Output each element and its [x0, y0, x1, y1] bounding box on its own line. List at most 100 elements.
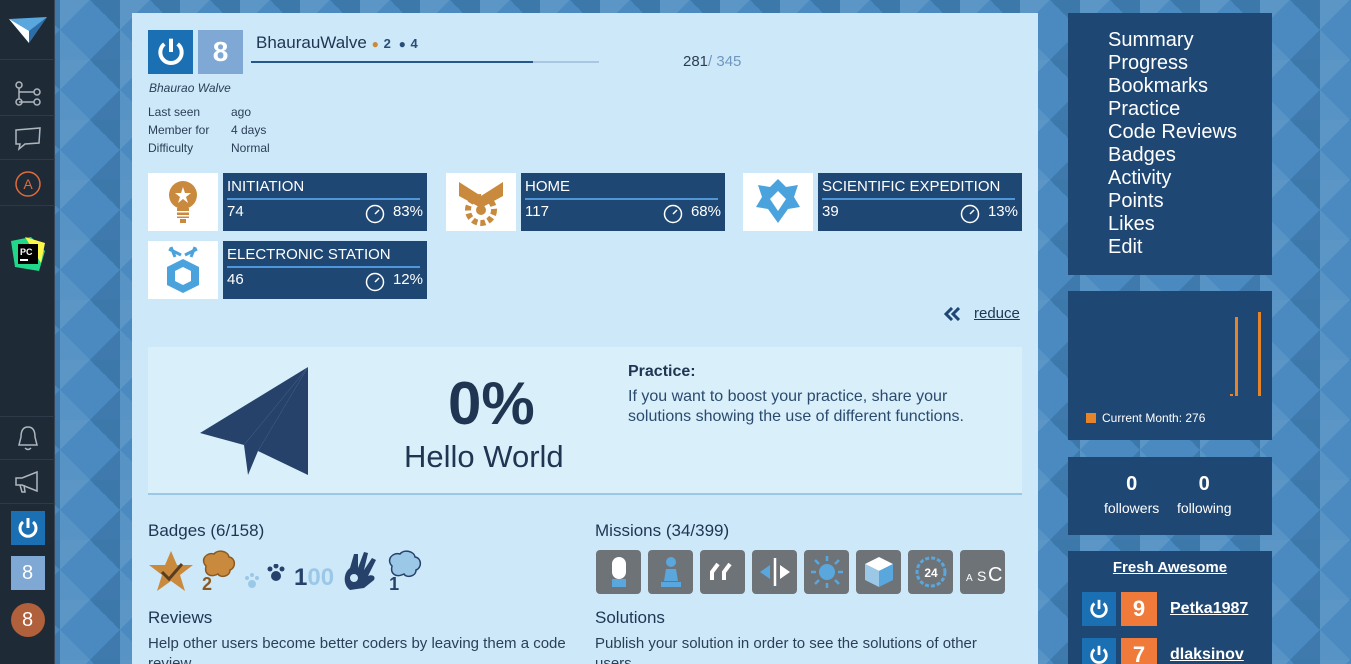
- mission-badge-24[interactable]: 24: [908, 550, 953, 594]
- chat-icon[interactable]: [0, 116, 55, 160]
- mission-badge-sun[interactable]: [804, 550, 849, 594]
- paw-prints-icon[interactable]: [244, 564, 288, 592]
- user-level: 8: [198, 30, 243, 74]
- ok-hand-icon[interactable]: [340, 550, 380, 592]
- badges-title[interactable]: Badges (6/158): [148, 521, 264, 541]
- station-progress-line: [227, 198, 420, 200]
- following-label: following: [1177, 500, 1232, 516]
- solutions-text: Publish your solution in order to see th…: [595, 635, 977, 664]
- megaphone-icon[interactable]: [0, 460, 55, 504]
- mission-badge-cube[interactable]: [856, 550, 901, 594]
- double-chevron-left-icon[interactable]: [944, 307, 960, 321]
- fresh-awesome-title[interactable]: Fresh Awesome: [1068, 559, 1272, 576]
- sun-icon: [810, 556, 843, 588]
- nav-likes[interactable]: Likes: [1108, 213, 1272, 236]
- nav-progress[interactable]: Progress: [1108, 52, 1272, 75]
- activity-bar: [1230, 394, 1233, 396]
- profile-badge[interactable]: 8: [0, 599, 55, 641]
- hundred-badge-zeros: 00: [307, 564, 335, 591]
- power-icon: [1082, 592, 1116, 626]
- station-card-home[interactable]: HOME 117 68%: [446, 173, 725, 231]
- fresh-user-name[interactable]: dlaksinov: [1170, 646, 1244, 664]
- fresh-user[interactable]: 7 dlaksinov: [1082, 637, 1244, 664]
- nav-code-reviews[interactable]: Code Reviews: [1108, 121, 1272, 144]
- reduce-link[interactable]: reduce: [974, 305, 1020, 322]
- following-count: 0: [1198, 473, 1210, 495]
- station-card-electronic-station[interactable]: ELECTRONIC STATION 46 12%: [148, 241, 427, 299]
- station-title: INITIATION: [227, 178, 305, 195]
- hundred-badge[interactable]: 100: [294, 564, 334, 592]
- station-card-scientific-expedition[interactable]: SCIENTIFIC EXPEDITION 39 13%: [743, 173, 1022, 231]
- mission-badge-split[interactable]: [752, 550, 797, 594]
- nav-edit[interactable]: Edit: [1108, 236, 1272, 259]
- xp-progress-bar: [251, 61, 599, 63]
- lightbulb-icon: [148, 173, 218, 231]
- followers-count: 0: [1126, 473, 1138, 495]
- mission-badge-asc[interactable]: ASC: [960, 550, 1005, 594]
- level-badge[interactable]: 8: [0, 553, 55, 593]
- station-count: 74: [227, 203, 244, 220]
- chess-pawn-icon: [660, 557, 681, 587]
- svg-text:S: S: [977, 568, 986, 584]
- station-progress-line: [822, 198, 1015, 200]
- nav-points[interactable]: Points: [1108, 190, 1272, 213]
- star-check-badge-icon[interactable]: [148, 550, 194, 592]
- missions-row: 24 ASC: [596, 550, 1005, 594]
- station-percent: 68%: [690, 203, 721, 220]
- fresh-awesome-panel: Fresh Awesome 9 Petka1987 7 dlaksinov: [1068, 551, 1272, 664]
- nav-practice[interactable]: Practice: [1108, 98, 1272, 121]
- left-sidebar: A PC 8 8: [0, 0, 55, 664]
- gauge-icon: [663, 204, 683, 224]
- tree-icon[interactable]: [0, 72, 55, 116]
- practice-percent: 0%: [448, 370, 535, 437]
- station-count: 46: [227, 271, 244, 288]
- practice-mission[interactable]: Hello World: [404, 439, 564, 475]
- blue-count: 4: [410, 36, 418, 51]
- activity-bar: [1235, 316, 1238, 396]
- follow-panel: 0 followers 0 following: [1068, 457, 1272, 535]
- username-text[interactable]: BhaurauWalve: [256, 33, 367, 52]
- station-card-initiation[interactable]: INITIATION 74 83%: [148, 173, 427, 231]
- fresh-user[interactable]: 9 Petka1987: [1082, 591, 1248, 627]
- svg-text:PC: PC: [20, 247, 33, 257]
- mission-badge-bottle[interactable]: [596, 550, 641, 594]
- mission-badge-chess[interactable]: [648, 550, 693, 594]
- brain-badge-blue[interactable]: 1: [386, 550, 424, 594]
- activity-chart: Current Month: 276: [1068, 291, 1272, 440]
- paper-plane-icon: [200, 367, 308, 475]
- pycharm-icon[interactable]: PC: [0, 232, 55, 276]
- svg-text:A: A: [23, 176, 33, 192]
- legend-label: Current Month: 276: [1102, 411, 1206, 425]
- power-avatar[interactable]: [0, 508, 55, 548]
- a-circle-icon[interactable]: A: [0, 162, 55, 206]
- snowflake-shield-icon: [743, 173, 813, 231]
- cube-icon: [864, 557, 893, 587]
- brain-badge-bronze[interactable]: 2: [200, 550, 238, 594]
- nav-summary[interactable]: Summary: [1108, 29, 1272, 52]
- gauge-icon: [365, 272, 385, 292]
- nav-activity[interactable]: Activity: [1108, 167, 1272, 190]
- nav-bookmarks[interactable]: Bookmarks: [1108, 75, 1272, 98]
- bronze-dot: ●: [371, 37, 379, 51]
- following-stat[interactable]: 0 following: [1177, 473, 1231, 516]
- svg-text:24: 24: [924, 566, 938, 580]
- solutions-title: Solutions: [595, 608, 665, 627]
- xp-current: 281: [683, 53, 709, 70]
- logo-icon[interactable]: [0, 0, 55, 60]
- user-avatar[interactable]: [148, 30, 193, 74]
- fresh-user-level: 9: [1121, 592, 1157, 626]
- power-icon: [1082, 638, 1116, 664]
- station-body: INITIATION 74 83%: [223, 173, 427, 231]
- bell-icon[interactable]: [0, 416, 55, 460]
- xp-progress-fill: [251, 61, 533, 63]
- missions-title[interactable]: Missions (34/399): [595, 521, 729, 541]
- nav-badges[interactable]: Badges: [1108, 144, 1272, 167]
- quote-icon: [709, 562, 732, 580]
- gear-shield-icon: [446, 173, 516, 231]
- gauge-icon: [365, 204, 385, 224]
- asc-sort-icon: ASC: [966, 564, 1002, 586]
- station-title: HOME: [525, 178, 570, 195]
- mission-badge-quote[interactable]: [700, 550, 745, 594]
- fresh-user-name[interactable]: Petka1987: [1170, 600, 1248, 618]
- followers-stat[interactable]: 0 followers: [1104, 473, 1159, 516]
